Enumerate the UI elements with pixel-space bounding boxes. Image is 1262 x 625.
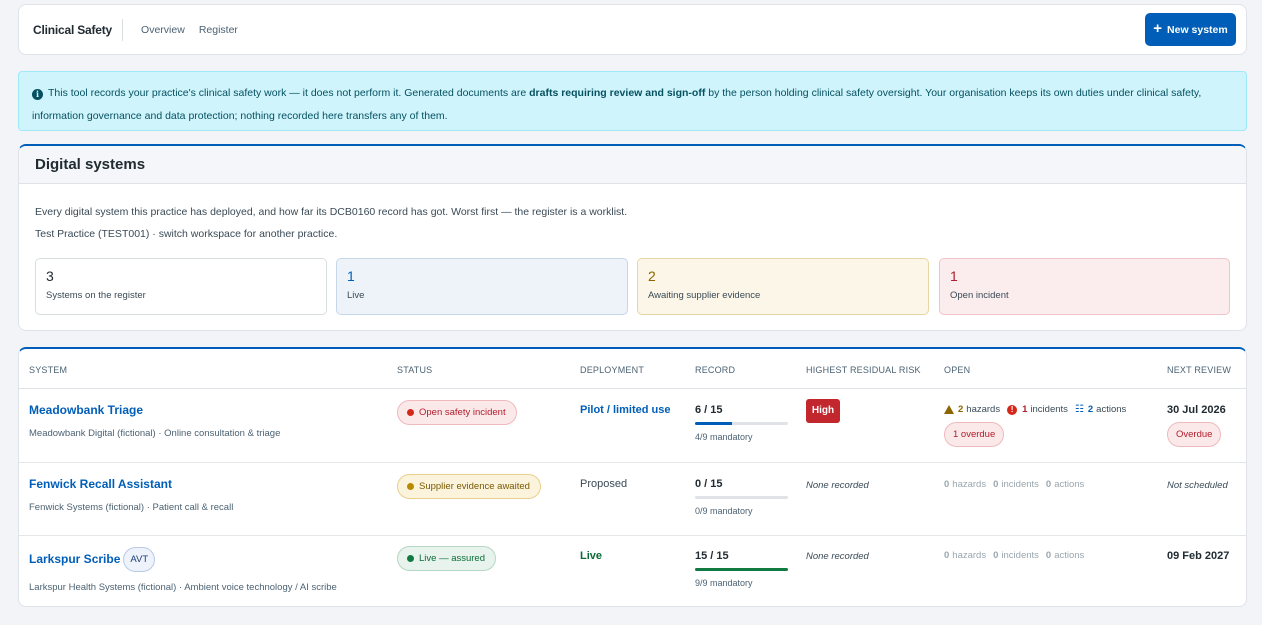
record-progress: 6 / 15 4/9 mandatory	[695, 404, 788, 442]
mandatory-count: 9/9 mandatory	[695, 578, 753, 588]
system-name-link[interactable]: Meadowbank Triage	[29, 403, 143, 417]
nav-register-link[interactable]: Register	[199, 24, 238, 36]
app-brand[interactable]: Clinical Safety	[19, 18, 124, 41]
system-subtitle: Larkspur Health Systems (fictional) · Am…	[29, 582, 337, 593]
workspace-note: Test Practice (TEST001) · switch workspa…	[35, 228, 338, 240]
open-incidents[interactable]: 0 incidents	[993, 479, 1039, 490]
status-label: Live — assured	[419, 553, 486, 564]
column-header-status: STATUS	[397, 365, 433, 375]
open-hazards[interactable]: 0 hazards	[944, 479, 986, 490]
risk-value: None recorded	[806, 480, 869, 491]
column-header-record: RECORD	[695, 365, 736, 375]
system-name-link[interactable]: Larkspur Scribe AVT	[29, 547, 156, 572]
stat-live[interactable]: 1 Live	[336, 258, 628, 315]
warning-icon	[944, 405, 954, 414]
deployment-value: Live	[580, 550, 603, 562]
open-items: 2 hazards ! 1 incidents ☷ 2 actions 1 overdue	[944, 404, 1133, 447]
record-progress-bar	[695, 568, 788, 571]
column-header-risk: HIGHEST RESIDUAL RISK	[806, 365, 921, 375]
deployment-value: Proposed	[580, 478, 628, 490]
nav-overview-link[interactable]: Overview	[141, 24, 185, 36]
next-review: 09 Feb 2027	[1167, 550, 1230, 562]
new-system-button-label: New system	[1167, 23, 1228, 36]
overdue-badge: 1 overdue	[944, 422, 1005, 447]
stat-open-incident[interactable]: 1 Open incident	[939, 258, 1230, 315]
table-header: SYSTEM STATUS DEPLOYMENT RECORD HIGHEST …	[19, 349, 1246, 389]
column-header-open: OPEN	[944, 365, 971, 375]
next-review: 30 Jul 2026 Overdue	[1167, 404, 1226, 447]
record-count: 15 / 15	[695, 550, 729, 562]
column-header-deployment: DEPLOYMENT	[580, 365, 645, 375]
table-row[interactable]: Fenwick Recall Assistant Fenwick Systems…	[19, 463, 1246, 536]
system-name[interactable]: Fenwick Recall Assistant	[29, 477, 172, 491]
record-progress: 0 / 15 0/9 mandatory	[695, 478, 788, 516]
status-dot-icon	[407, 483, 414, 490]
record-count: 6 / 15	[695, 404, 723, 416]
open-actions[interactable]: 0 actions	[1046, 550, 1084, 561]
column-header-next-review: NEXT REVIEW	[1167, 365, 1232, 375]
digital-systems-description: Every digital system this practice has d…	[35, 206, 628, 218]
system-name-link[interactable]: Fenwick Recall Assistant	[29, 477, 172, 491]
system-subtitle: Meadowbank Digital (fictional) · Online …	[29, 428, 281, 439]
open-hazards[interactable]: 0 hazards	[944, 550, 986, 561]
record-progress: 15 / 15 9/9 mandatory	[695, 550, 788, 588]
open-items: 0 hazards 0 incidents 0 actions	[944, 550, 1091, 561]
record-progress-bar	[695, 496, 788, 499]
record-count: 0 / 15	[695, 478, 723, 490]
open-incidents[interactable]: 0 incidents	[993, 550, 1039, 561]
record-progress-bar	[695, 422, 788, 425]
mandatory-count: 4/9 mandatory	[695, 432, 753, 442]
systems-register-table: SYSTEM STATUS DEPLOYMENT RECORD HIGHEST …	[18, 347, 1247, 607]
digital-systems-card: Digital systems Every digital system thi…	[18, 144, 1247, 331]
info-icon: i	[32, 89, 43, 100]
deployment-link[interactable]: Pilot / limited use	[580, 404, 670, 416]
stat-label: Systems on the register	[46, 290, 146, 301]
open-actions[interactable]: ☷ 2 actions	[1075, 404, 1126, 415]
record-progress-fill	[695, 422, 733, 425]
plus-icon: +	[1153, 20, 1163, 37]
disclaimer-banner: i This tool records your practice's clini…	[18, 71, 1247, 131]
stat-value: 1	[950, 268, 958, 284]
system-name[interactable]: Meadowbank Triage	[29, 403, 143, 417]
mandatory-count: 0/9 mandatory	[695, 506, 753, 516]
stat-value: 3	[46, 268, 54, 284]
open-items: 0 hazards 0 incidents 0 actions	[944, 479, 1091, 490]
new-system-button[interactable]: + New system	[1145, 13, 1236, 46]
risk-badge: High	[806, 399, 840, 423]
open-incidents[interactable]: ! 1 incidents	[1007, 404, 1068, 415]
stat-label: Live	[347, 290, 365, 301]
open-hazards[interactable]: 2 hazards	[944, 404, 1000, 415]
table-row[interactable]: Meadowbank Triage Meadowbank Digital (fi…	[19, 389, 1246, 463]
record-progress-fill	[695, 568, 788, 571]
stat-awaiting-supplier-evidence[interactable]: 2 Awaiting supplier evidence	[637, 258, 929, 315]
table-row[interactable]: Larkspur Scribe AVT Larkspur Health Syste…	[19, 536, 1246, 606]
top-navigation-bar: Clinical Safety Overview Register + New …	[18, 4, 1247, 55]
stat-value: 1	[347, 268, 355, 284]
system-subtitle: Fenwick Systems (fictional) · Patient ca…	[29, 502, 234, 513]
status-badge: Open safety incident	[397, 400, 517, 425]
avt-badge: AVT	[123, 547, 156, 572]
status-label: Open safety incident	[419, 407, 506, 418]
status-badge: Supplier evidence awaited	[397, 474, 541, 499]
review-overdue-badge: Overdue	[1167, 422, 1222, 447]
status-label: Supplier evidence awaited	[419, 481, 530, 492]
next-review: Not scheduled	[1167, 480, 1228, 491]
alert-icon: !	[1007, 404, 1018, 415]
status-dot-icon	[407, 409, 414, 416]
banner-text-start: This tool records your practice's clinic…	[48, 87, 530, 99]
open-actions[interactable]: 0 actions	[1046, 479, 1084, 490]
status-badge: Live — assured	[397, 546, 497, 571]
stat-value: 2	[648, 268, 656, 284]
stat-label: Open incident	[950, 290, 1009, 301]
column-header-system: SYSTEM	[29, 365, 68, 375]
status-dot-icon	[407, 555, 414, 562]
risk-value: None recorded	[806, 551, 869, 562]
checklist-icon: ☷	[1074, 403, 1084, 415]
stat-systems-on-register[interactable]: 3 Systems on the register	[35, 258, 327, 315]
stat-label: Awaiting supplier evidence	[648, 290, 761, 301]
banner-text-bold: drafts requiring review and sign-off	[529, 87, 706, 99]
digital-systems-title: Digital systems	[19, 146, 1246, 184]
system-name[interactable]: Larkspur Scribe	[29, 552, 120, 566]
review-date: 30 Jul 2026	[1167, 404, 1226, 416]
